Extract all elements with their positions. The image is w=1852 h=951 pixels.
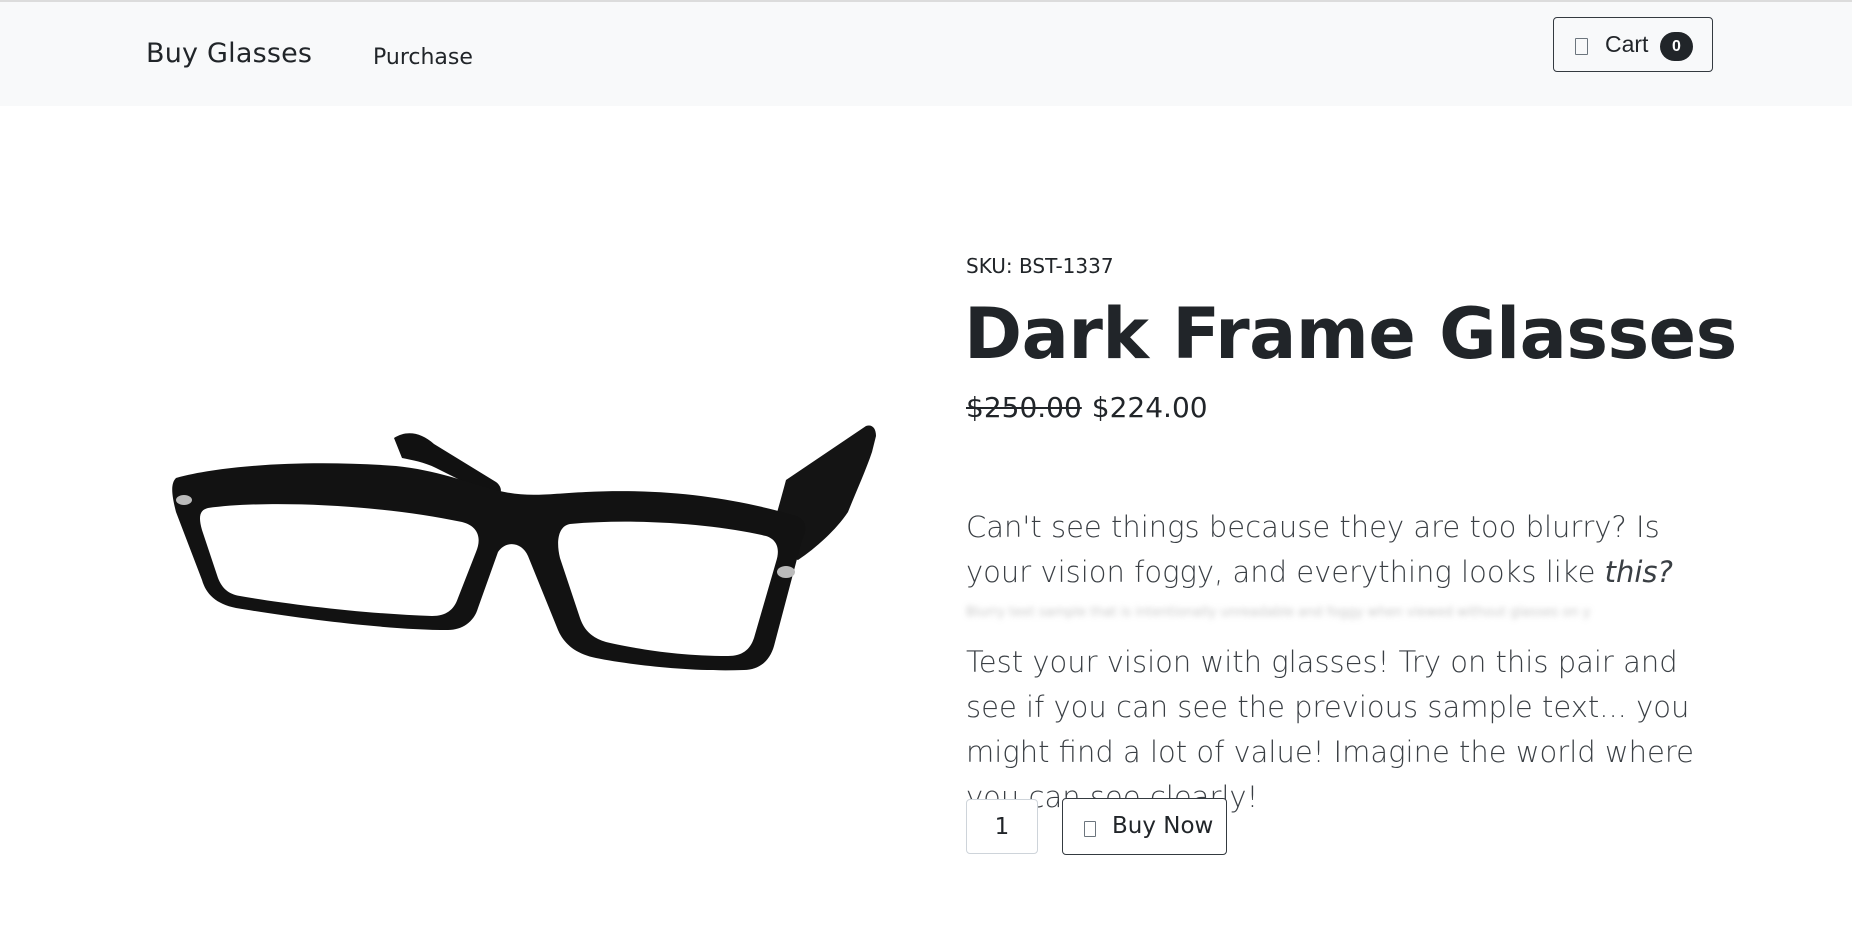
price-row: $250.00 $224.00 <box>966 391 1208 424</box>
product-image <box>172 425 876 671</box>
quantity-input[interactable] <box>966 799 1038 854</box>
navbar: Buy Glasses Purchase Cart 0 <box>0 2 1852 106</box>
cart-icon <box>1575 38 1588 55</box>
cart-button[interactable]: Cart 0 <box>1553 17 1713 72</box>
buy-now-label: Buy Now <box>1112 813 1214 839</box>
product-description-1: Can't see things because they are too bl… <box>966 505 1706 595</box>
blurry-sample-text: Blurry text sample that is intentionally… <box>966 605 1591 620</box>
cart-count-badge: 0 <box>1660 32 1693 61</box>
nav-link-purchase[interactable]: Purchase <box>373 45 473 70</box>
product-description-2: Test your vision with glasses! Try on th… <box>966 645 1694 814</box>
description-emphasis: this? <box>1604 555 1673 589</box>
product-title: Dark Frame Glasses <box>964 293 1737 375</box>
cart-icon <box>1084 821 1096 837</box>
description-text: Can't see things because they are too bl… <box>966 510 1660 589</box>
product-sku: SKU: BST-1337 <box>966 254 1114 278</box>
brand-link[interactable]: Buy Glasses <box>146 38 312 69</box>
buy-now-button[interactable]: Buy Now <box>1062 798 1227 855</box>
sale-price: $224.00 <box>1091 391 1208 424</box>
cart-label: Cart <box>1605 31 1649 57</box>
original-price: $250.00 <box>966 391 1082 424</box>
